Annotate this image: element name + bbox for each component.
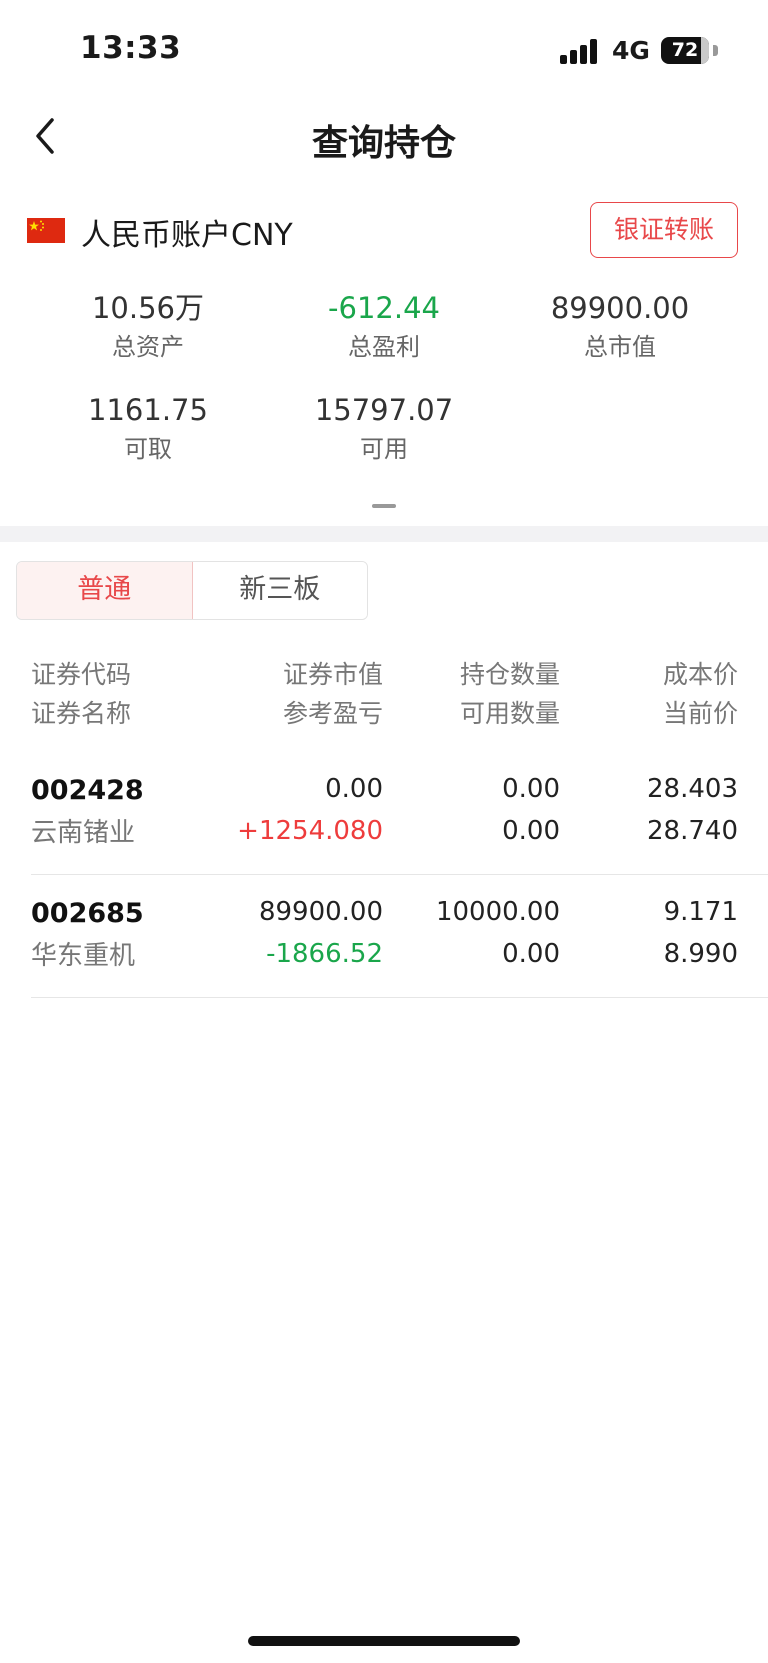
nav-header: 查询持仓 (0, 100, 768, 190)
current-price: 28.740 (647, 816, 738, 846)
signal-icon (560, 38, 600, 64)
header-name: 证券名称 (31, 699, 132, 728)
available-qty: 0.00 (502, 816, 560, 846)
stat-label: 可取 (124, 435, 172, 463)
tab-normal[interactable]: 普通 (17, 562, 193, 619)
profit-value: +1254.080 (237, 816, 383, 846)
profit-value: -1866.52 (266, 939, 383, 969)
stat-total-market-value: 89900.00 总市值 (502, 288, 738, 363)
page-title: 查询持仓 (311, 123, 456, 164)
header-cost-price: 成本价 (662, 660, 738, 689)
home-indicator[interactable] (248, 1636, 520, 1646)
market-value: 0.00 (325, 774, 383, 804)
stat-available: 15797.07 可用 (266, 390, 502, 465)
market-value: 89900.00 (258, 897, 383, 927)
stock-code: 002685 (31, 898, 144, 929)
china-flag-icon (27, 218, 65, 243)
table-row[interactable]: 002685 华东重机 89900.00 -1866.52 10000.00 0… (31, 875, 768, 998)
table-header: 证券代码 证券名称 证券市值 参考盈亏 持仓数量 可用数量 成本价 当前价 (31, 656, 768, 736)
cost-price: 9.171 (663, 897, 738, 927)
bank-transfer-button[interactable]: 银证转账 (590, 202, 738, 258)
battery-icon: 72 (661, 37, 718, 64)
stat-label: 总盈利 (348, 333, 420, 361)
account-row: 人民币账户CNY 银证转账 (0, 198, 768, 262)
available-qty: 0.00 (502, 939, 560, 969)
collapse-handle[interactable] (372, 504, 396, 508)
stat-value: 15797.07 (314, 393, 454, 427)
status-bar: 13:33 4G 72 (0, 0, 768, 100)
holdings-table: 证券代码 证券名称 证券市值 参考盈亏 持仓数量 可用数量 成本价 当前价 00… (31, 656, 768, 998)
stat-total-profit: -612.44 总盈利 (266, 288, 502, 363)
stat-value: 1161.75 (88, 393, 208, 427)
holding-qty: 0.00 (502, 774, 560, 804)
current-price: 8.990 (663, 939, 738, 969)
stat-label: 总市值 (584, 333, 656, 361)
stat-label: 总资产 (112, 333, 184, 361)
stock-name: 华东重机 (31, 941, 136, 971)
cost-price: 28.403 (647, 774, 738, 804)
stock-name: 云南锗业 (31, 818, 136, 848)
header-holding-qty: 持仓数量 (459, 660, 560, 689)
header-current-price: 当前价 (662, 699, 738, 728)
header-market-value: 证券市值 (282, 660, 383, 689)
tab-new-third-board[interactable]: 新三板 (192, 562, 367, 619)
stat-withdrawable: 1161.75 可取 (30, 390, 266, 465)
stat-label: 可用 (360, 435, 408, 463)
stock-code: 002428 (31, 775, 144, 806)
stat-total-assets: 10.56万 总资产 (30, 288, 266, 363)
header-code: 证券代码 (31, 660, 132, 689)
account-name: 人民币账户CNY (81, 218, 293, 253)
market-tabs: 普通 新三板 (16, 561, 368, 620)
stat-value: 89900.00 (550, 291, 690, 325)
holding-qty: 10000.00 (435, 897, 560, 927)
status-time: 13:33 (80, 30, 182, 66)
header-profit: 参考盈亏 (282, 699, 383, 728)
stat-value: 10.56万 (91, 291, 205, 325)
stat-value: -612.44 (328, 291, 440, 325)
network-label: 4G (612, 36, 650, 65)
section-divider (0, 526, 768, 542)
table-row[interactable]: 002428 云南锗业 0.00 +1254.080 0.00 0.00 28.… (31, 752, 768, 875)
header-available-qty: 可用数量 (459, 699, 560, 728)
battery-level: 72 (671, 39, 699, 61)
